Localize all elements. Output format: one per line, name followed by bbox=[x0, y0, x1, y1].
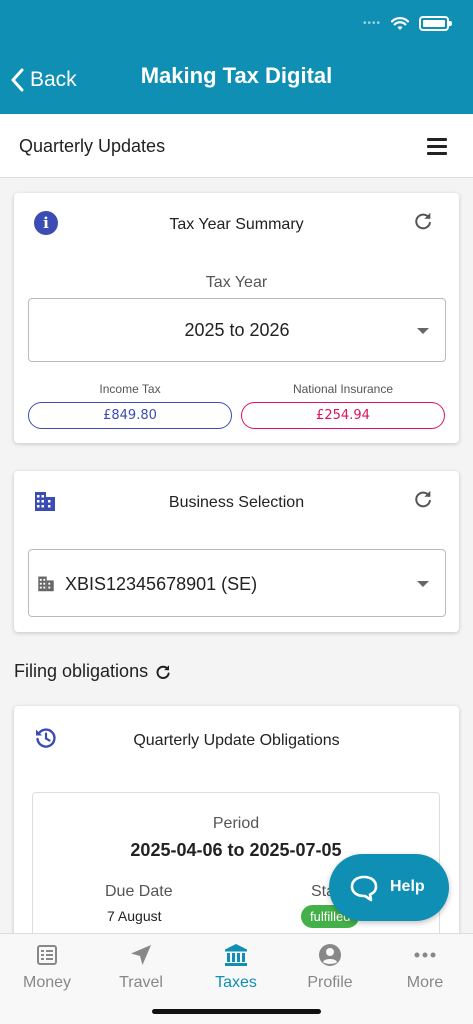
tab-profile[interactable]: Profile bbox=[283, 942, 377, 992]
cellular-signal-icon: •••• bbox=[362, 18, 381, 29]
wifi-icon bbox=[391, 16, 409, 30]
tax-year-value: 2025 to 2026 bbox=[184, 320, 290, 340]
tab-more[interactable]: More bbox=[378, 942, 472, 992]
refresh-icon[interactable] bbox=[154, 663, 172, 681]
hamburger-menu-icon[interactable] bbox=[427, 138, 447, 155]
more-dots-icon bbox=[414, 952, 436, 958]
due-date-label: Due Date bbox=[105, 883, 173, 900]
person-icon bbox=[319, 944, 341, 966]
dropdown-arrow-icon bbox=[417, 581, 429, 587]
section-title: Quarterly Updates bbox=[19, 136, 166, 156]
business-building-icon bbox=[38, 576, 54, 592]
app-header: •••• Back Making Tax Digital bbox=[0, 0, 473, 114]
page-title: Making Tax Digital bbox=[140, 63, 333, 88]
status-bar: •••• bbox=[362, 16, 452, 31]
chat-bubble-icon bbox=[350, 875, 378, 902]
home-indicator bbox=[152, 1009, 321, 1014]
income-tax-label: Income Tax bbox=[99, 382, 161, 396]
business-select[interactable]: XBIS12345678901 (SE) bbox=[28, 549, 446, 617]
dropdown-arrow-icon bbox=[417, 328, 429, 334]
business-selection-card: Business Selection XBIS12345678901 (SE) bbox=[14, 471, 459, 632]
filing-obligations-title: Filing obligations bbox=[14, 661, 149, 681]
card-title: Business Selection bbox=[168, 494, 305, 511]
tab-label: Profile bbox=[307, 974, 353, 991]
refresh-icon[interactable] bbox=[412, 488, 434, 510]
tax-year-label: Tax Year bbox=[205, 274, 268, 291]
business-selected-value: XBIS12345678901 (SE) bbox=[65, 574, 258, 594]
national-insurance-amount[interactable]: £254.94 bbox=[241, 402, 445, 429]
due-date-value: 7 August bbox=[107, 908, 162, 924]
refresh-icon[interactable] bbox=[412, 210, 434, 232]
tab-label: More bbox=[406, 974, 444, 991]
tab-travel[interactable]: Travel bbox=[94, 942, 188, 992]
battery-icon bbox=[419, 16, 452, 31]
tab-label: Travel bbox=[119, 974, 163, 991]
card-title: Tax Year Summary bbox=[169, 216, 304, 233]
navigation-arrow-icon bbox=[131, 945, 151, 965]
ledger-icon bbox=[37, 945, 57, 965]
national-insurance-label: National Insurance bbox=[292, 382, 394, 396]
help-button[interactable]: Help bbox=[329, 854, 449, 921]
tab-label: Taxes bbox=[215, 974, 257, 991]
tab-label: Money bbox=[22, 974, 72, 991]
help-label: Help bbox=[390, 878, 425, 895]
section-header: Quarterly Updates bbox=[0, 114, 473, 178]
period-label: Period bbox=[212, 815, 260, 832]
tax-year-summary-card: i Tax Year Summary Tax Year 2025 to 2026… bbox=[14, 193, 459, 443]
income-tax-amount[interactable]: £849.80 bbox=[28, 402, 232, 429]
card-title: Quarterly Update Obligations bbox=[133, 732, 340, 749]
tax-year-select[interactable]: 2025 to 2026 bbox=[28, 298, 446, 362]
bank-icon bbox=[225, 944, 247, 966]
tab-money[interactable]: Money bbox=[0, 942, 94, 992]
filing-obligations-header: Filing obligations bbox=[14, 661, 172, 682]
tab-taxes[interactable]: Taxes bbox=[189, 942, 283, 992]
